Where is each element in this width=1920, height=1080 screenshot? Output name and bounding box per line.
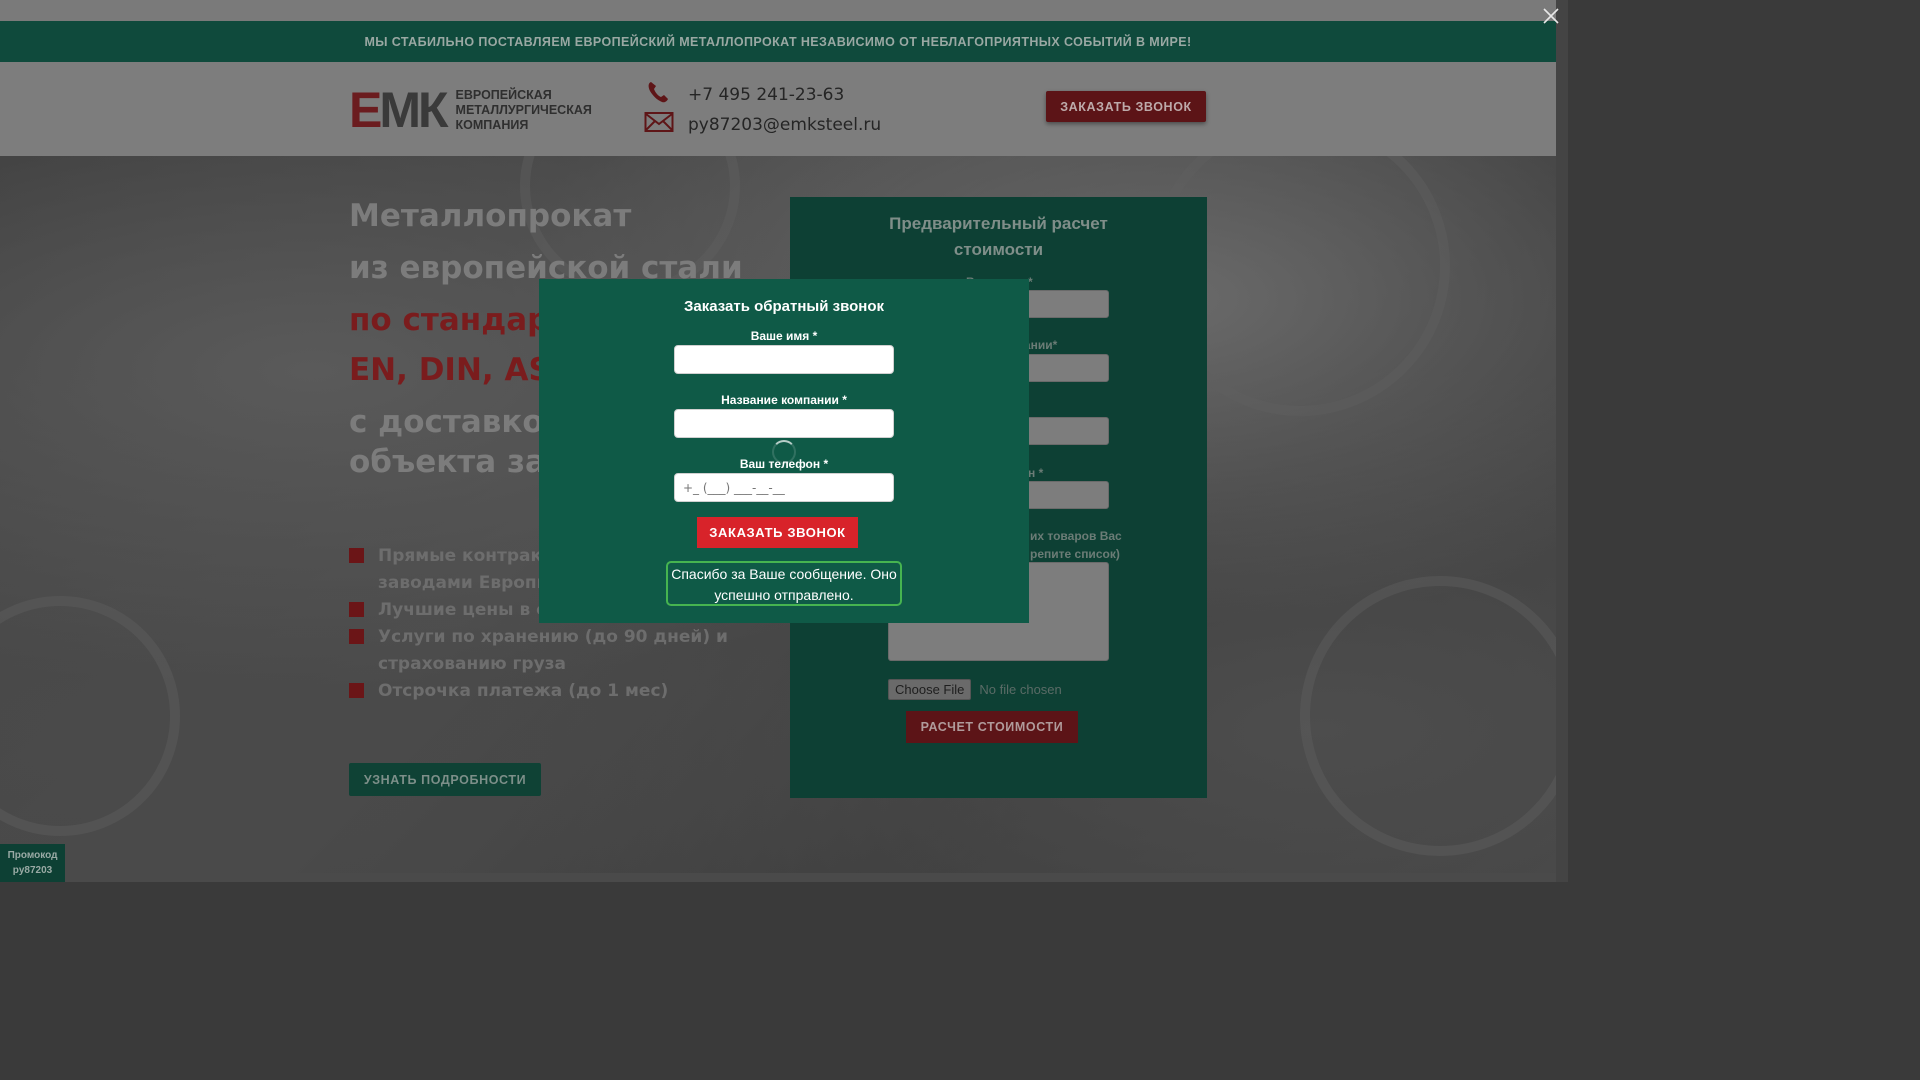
- logo-text: ЕВРОПЕЙСКАЯ МЕТАЛЛУРГИЧЕСКАЯ КОМПАНИЯ: [456, 88, 592, 133]
- close-icon[interactable]: [1540, 6, 1562, 28]
- bullet-text: Услуги по хранению (до 90 дней) и страхов…: [378, 627, 728, 674]
- banner-text: МЫ СТАБИЛЬНО ПОСТАВЛЯЕМ ЕВРОПЕЙСКИЙ МЕТА…: [364, 34, 1192, 49]
- logo-letter-k: К: [418, 82, 448, 138]
- promo-code: py87203: [12, 865, 53, 876]
- logo-mark: ЕМК: [349, 82, 448, 138]
- bullet-text: Отсрочка платежа (до 1 мес): [378, 681, 669, 701]
- mail-icon: [644, 110, 674, 139]
- bullet-square-icon: [349, 683, 364, 698]
- modal-name-label: Ваше имя *: [750, 329, 818, 343]
- top-gap: [0, 0, 1556, 21]
- announcement-banner: МЫ СТАБИЛЬНО ПОСТАВЛЯЕМ ЕВРОПЕЙСКИЙ МЕТА…: [0, 21, 1556, 62]
- bullet-square-icon: [349, 548, 364, 563]
- success-message: Спасибо за Ваше сообщение. Оно успешно о…: [666, 561, 902, 606]
- bottom-strip: [0, 873, 1556, 882]
- file-upload: Choose File No file chosen: [888, 679, 1062, 700]
- pipe-decoration: [1300, 576, 1556, 856]
- company-logo[interactable]: ЕМК ЕВРОПЕЙСКАЯ МЕТАЛЛУРГИЧЕСКАЯ КОМПАНИ…: [349, 82, 611, 138]
- bullet-square-icon: [349, 602, 364, 617]
- callback-modal: Заказать обратный звонок Ваше имя * Назв…: [539, 279, 1029, 623]
- modal-name-input[interactable]: [674, 345, 894, 374]
- scrollbar[interactable]: [1556, 0, 1568, 882]
- logo-line: ЕВРОПЕЙСКАЯ: [455, 87, 552, 102]
- calc-list-label: их товаров Вас: [1030, 529, 1122, 543]
- logo-letter-m: М: [379, 82, 421, 138]
- logo-line: МЕТАЛЛУРГИЧЕСКАЯ: [455, 102, 592, 117]
- email-contact[interactable]: py87203@emksteel.ru: [644, 110, 881, 139]
- phone-icon: [644, 79, 674, 110]
- list-item: Услуги по хранению (до 90 дней) и страхов…: [349, 624, 729, 678]
- hero-heading-line: Металлопрокат: [349, 198, 632, 234]
- calc-form-title: Предварительный расчет стоимости: [889, 214, 1108, 259]
- calc-submit-button[interactable]: РАСЧЕТ СТОИМОСТИ: [906, 711, 1078, 743]
- learn-more-button[interactable]: УЗНАТЬ ПОДРОБНОСТИ: [349, 763, 541, 796]
- hero-heading-line: с доставкой: [349, 404, 566, 440]
- file-status: No file chosen: [979, 682, 1062, 697]
- pipe-decoration: [0, 596, 180, 836]
- email-address[interactable]: py87203@emksteel.ru: [688, 115, 881, 135]
- list-item: Отсрочка платежа (до 1 мес): [349, 678, 729, 705]
- modal-company-label: Название компании *: [721, 393, 847, 407]
- promo-code-badge[interactable]: Промокод py87203: [0, 844, 65, 882]
- logo-line: КОМПАНИЯ: [455, 117, 529, 132]
- modal-submit-button[interactable]: ЗАКАЗАТЬ ЗВОНОК: [697, 517, 858, 548]
- phone-contact[interactable]: +7 495 241-23-63: [644, 79, 844, 110]
- modal-title: Заказать обратный звонок: [683, 298, 885, 315]
- phone-number[interactable]: +7 495 241-23-63: [688, 85, 844, 105]
- choose-file-button[interactable]: Choose File: [888, 679, 972, 700]
- logo-letter-e: Е: [349, 82, 382, 138]
- calc-list-label: репите список): [1030, 547, 1120, 561]
- bullet-square-icon: [349, 629, 364, 644]
- calc-phone-label: н *: [1028, 466, 1044, 480]
- promo-label: Промокод: [7, 850, 58, 861]
- modal-phone-label: Ваш телефон *: [739, 457, 829, 471]
- modal-phone-input[interactable]: [674, 473, 894, 502]
- modal-company-input[interactable]: [674, 409, 894, 438]
- header-callback-button[interactable]: ЗАКАЗАТЬ ЗВОНОК: [1046, 91, 1206, 122]
